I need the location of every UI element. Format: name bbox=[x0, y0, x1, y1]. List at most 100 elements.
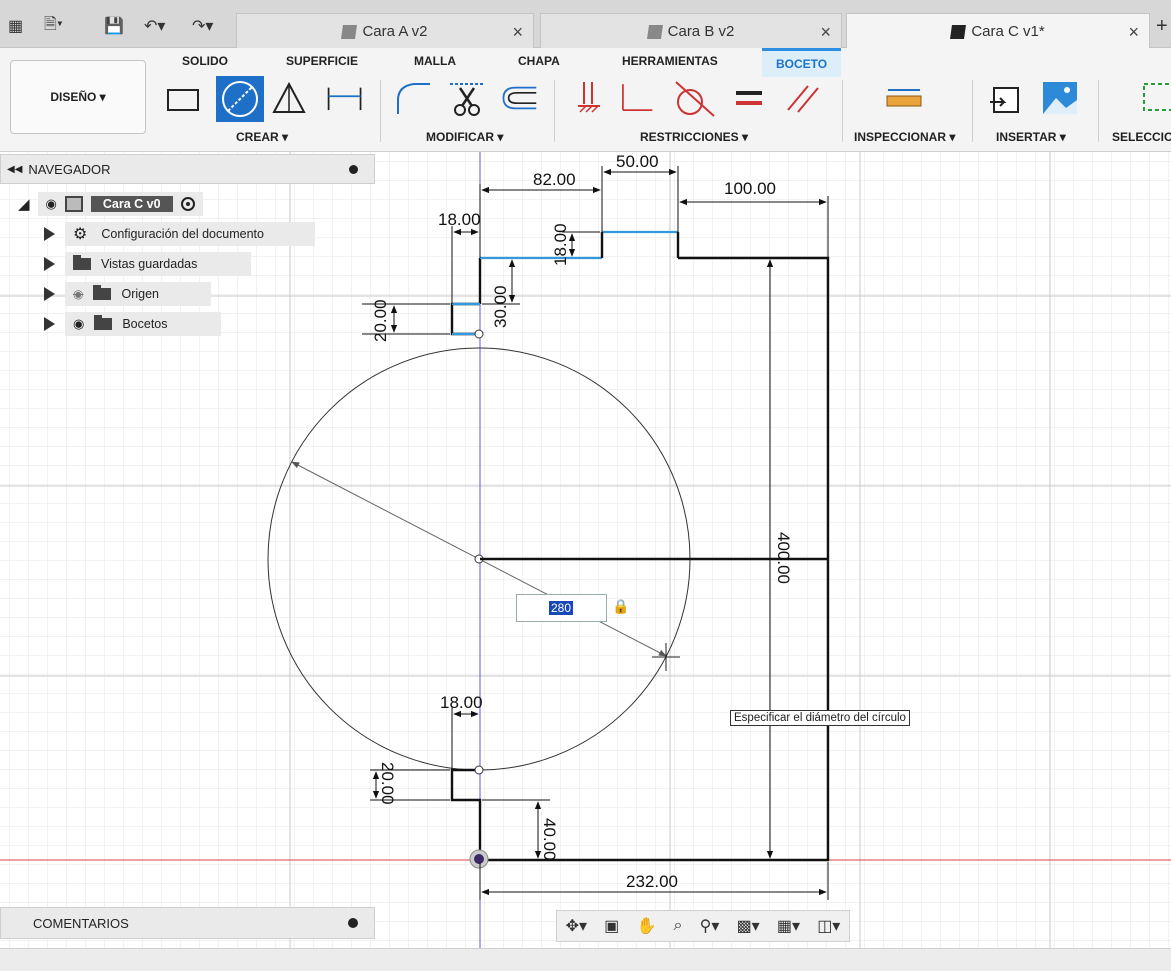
navigator-header[interactable]: ◀◀ NAVEGADOR bbox=[0, 154, 375, 184]
expand-icon[interactable] bbox=[44, 317, 55, 331]
orbit-icon[interactable]: ✥▾ bbox=[566, 916, 587, 936]
perpendicular-icon[interactable] bbox=[616, 78, 654, 118]
dimension-tool-icon[interactable] bbox=[326, 78, 364, 118]
add-comment-icon[interactable] bbox=[348, 918, 358, 928]
trim-tool-icon[interactable] bbox=[448, 78, 486, 118]
parallel-icon[interactable] bbox=[784, 78, 822, 118]
comments-panel[interactable]: COMENTARIOS bbox=[0, 907, 375, 939]
tree-item-settings[interactable]: ⚙ Configuración del documento bbox=[44, 222, 315, 246]
eye-icon[interactable]: ◉ bbox=[73, 316, 84, 332]
diameter-input-value[interactable]: 280 bbox=[549, 601, 574, 615]
activate-radio-icon[interactable] bbox=[180, 197, 195, 211]
group-insertar[interactable]: INSERTAR ▾ bbox=[996, 130, 1066, 144]
circle-tool-icon[interactable] bbox=[216, 76, 264, 122]
tab-malla[interactable]: MALLA bbox=[414, 54, 456, 68]
tab-superficie[interactable]: SUPERFICIE bbox=[286, 54, 358, 68]
eye-hidden-icon[interactable]: ◉ bbox=[73, 287, 83, 301]
insert-image-icon[interactable] bbox=[1040, 78, 1078, 118]
app-grid-icon[interactable]: ▦ bbox=[8, 14, 23, 38]
viewports-icon[interactable]: ◫▾ bbox=[817, 916, 840, 936]
tab-boceto[interactable]: BOCETO bbox=[762, 48, 842, 77]
collapse-triangle-icon[interactable]: ◢ bbox=[18, 195, 30, 213]
offset-tool-icon[interactable] bbox=[500, 78, 538, 118]
tab-cara-c[interactable]: Cara C v1* × bbox=[846, 13, 1150, 49]
dimension-20-bottom[interactable]: 20.00 bbox=[378, 762, 397, 805]
browser-panel: ◀◀ NAVEGADOR bbox=[0, 152, 375, 188]
dimension-30[interactable]: 30.00 bbox=[491, 285, 510, 328]
component-icon bbox=[341, 24, 358, 39]
diameter-input[interactable]: 280 bbox=[516, 594, 607, 622]
pan-hand-icon[interactable]: ✋ bbox=[636, 916, 656, 936]
group-crear[interactable]: CREAR ▾ bbox=[236, 130, 288, 144]
tab-cara-a[interactable]: Cara A v2 × bbox=[236, 13, 534, 49]
folder-icon bbox=[73, 255, 91, 270]
tab-cara-b[interactable]: Cara B v2 × bbox=[540, 13, 842, 49]
workspace-dropdown[interactable]: DISEÑO ▾ bbox=[10, 60, 146, 134]
tab-chapa[interactable]: CHAPA bbox=[518, 54, 560, 68]
pin-icon[interactable] bbox=[349, 164, 358, 174]
group-modificar[interactable]: MODIFICAR ▾ bbox=[426, 130, 503, 144]
root-component-label[interactable]: Cara C v0 bbox=[90, 196, 173, 212]
dimension-18-bottom[interactable]: 18.00 bbox=[440, 693, 483, 712]
zoom-icon[interactable]: ⌕ bbox=[674, 917, 683, 935]
divider bbox=[972, 80, 973, 142]
group-seleccionar[interactable]: SELECCIO bbox=[1112, 130, 1171, 144]
polygon-tool-icon[interactable] bbox=[270, 78, 308, 118]
undo-icon[interactable]: ↶▾ bbox=[144, 14, 165, 38]
dimension-50[interactable]: 50.00 bbox=[616, 152, 659, 171]
expand-icon[interactable] bbox=[44, 227, 55, 241]
tree-item-label: Bocetos bbox=[122, 317, 168, 331]
group-inspeccionar[interactable]: INSPECCIONAR ▾ bbox=[854, 130, 955, 144]
folder-icon bbox=[94, 315, 113, 330]
fix-constraint-icon[interactable] bbox=[574, 78, 604, 118]
tangent-icon[interactable] bbox=[672, 78, 716, 118]
select-window-icon[interactable] bbox=[1140, 78, 1171, 118]
close-icon[interactable]: × bbox=[512, 22, 523, 43]
tree-item-label: Origen bbox=[121, 287, 160, 301]
equal-icon[interactable] bbox=[734, 78, 764, 118]
tree-item-origin[interactable]: ◉ Origen bbox=[44, 282, 211, 306]
measure-icon[interactable] bbox=[884, 78, 924, 118]
close-icon[interactable]: × bbox=[820, 22, 831, 43]
expand-icon[interactable] bbox=[44, 257, 55, 271]
navigator-title: NAVEGADOR bbox=[28, 161, 111, 177]
dimension-18-step[interactable]: 18.00 bbox=[551, 223, 570, 266]
tree-item-label: Vistas guardadas bbox=[101, 257, 198, 271]
look-at-icon[interactable]: ▣ bbox=[604, 916, 619, 936]
dimension-82[interactable]: 82.00 bbox=[533, 170, 576, 189]
sketch-point[interactable] bbox=[474, 765, 484, 775]
file-menu-icon[interactable]: 🗎▾ bbox=[44, 14, 63, 38]
save-icon[interactable]: 💾 bbox=[104, 14, 124, 38]
tree-item-label: Configuración del documento bbox=[101, 227, 264, 241]
eye-icon[interactable]: ◉ bbox=[46, 196, 57, 212]
fit-icon[interactable]: ⚲▾ bbox=[700, 916, 720, 936]
group-restricciones[interactable]: RESTRICCIONES ▾ bbox=[640, 130, 748, 144]
lock-icon[interactable]: 🔒 bbox=[612, 598, 629, 615]
display-settings-icon[interactable]: ▩▾ bbox=[737, 916, 760, 936]
grid-settings-icon[interactable]: ▦▾ bbox=[777, 916, 800, 936]
dimension-20-top[interactable]: 20.00 bbox=[371, 299, 390, 342]
insert-derive-icon[interactable] bbox=[988, 78, 1026, 118]
dimension-232[interactable]: 232.00 bbox=[626, 872, 678, 891]
dimension-400[interactable]: 400.00 bbox=[774, 532, 793, 584]
tab-solido[interactable]: SOLIDO bbox=[182, 54, 228, 68]
sketch-point[interactable] bbox=[474, 329, 484, 339]
tree-item-saved-views[interactable]: Vistas guardadas bbox=[44, 252, 251, 276]
redo-icon[interactable]: ↷▾ bbox=[192, 14, 213, 38]
origin-point-center bbox=[474, 854, 484, 864]
fillet-tool-icon[interactable] bbox=[394, 78, 432, 118]
dimension-100[interactable]: 100.00 bbox=[724, 179, 776, 198]
component-icon bbox=[950, 24, 967, 39]
rectangle-tool-icon[interactable] bbox=[164, 78, 202, 118]
dimension-40[interactable]: 40.00 bbox=[540, 818, 559, 861]
collapse-icon[interactable]: ◀◀ bbox=[7, 164, 22, 175]
new-tab-icon[interactable]: + bbox=[1156, 14, 1168, 38]
expand-icon[interactable] bbox=[44, 287, 55, 301]
tab-herramientas[interactable]: HERRAMIENTAS bbox=[622, 54, 718, 68]
dimension-18-top[interactable]: 18.00 bbox=[438, 210, 481, 229]
close-icon[interactable]: × bbox=[1128, 22, 1139, 43]
toolbar-ribbon: SOLIDO SUPERFICIE MALLA CHAPA HERRAMIENT… bbox=[0, 48, 1171, 152]
divider bbox=[554, 80, 555, 142]
tree-item-sketches[interactable]: ◉ Bocetos bbox=[44, 312, 221, 336]
tree-root[interactable]: ◢ ◉ Cara C v0 bbox=[18, 192, 203, 216]
